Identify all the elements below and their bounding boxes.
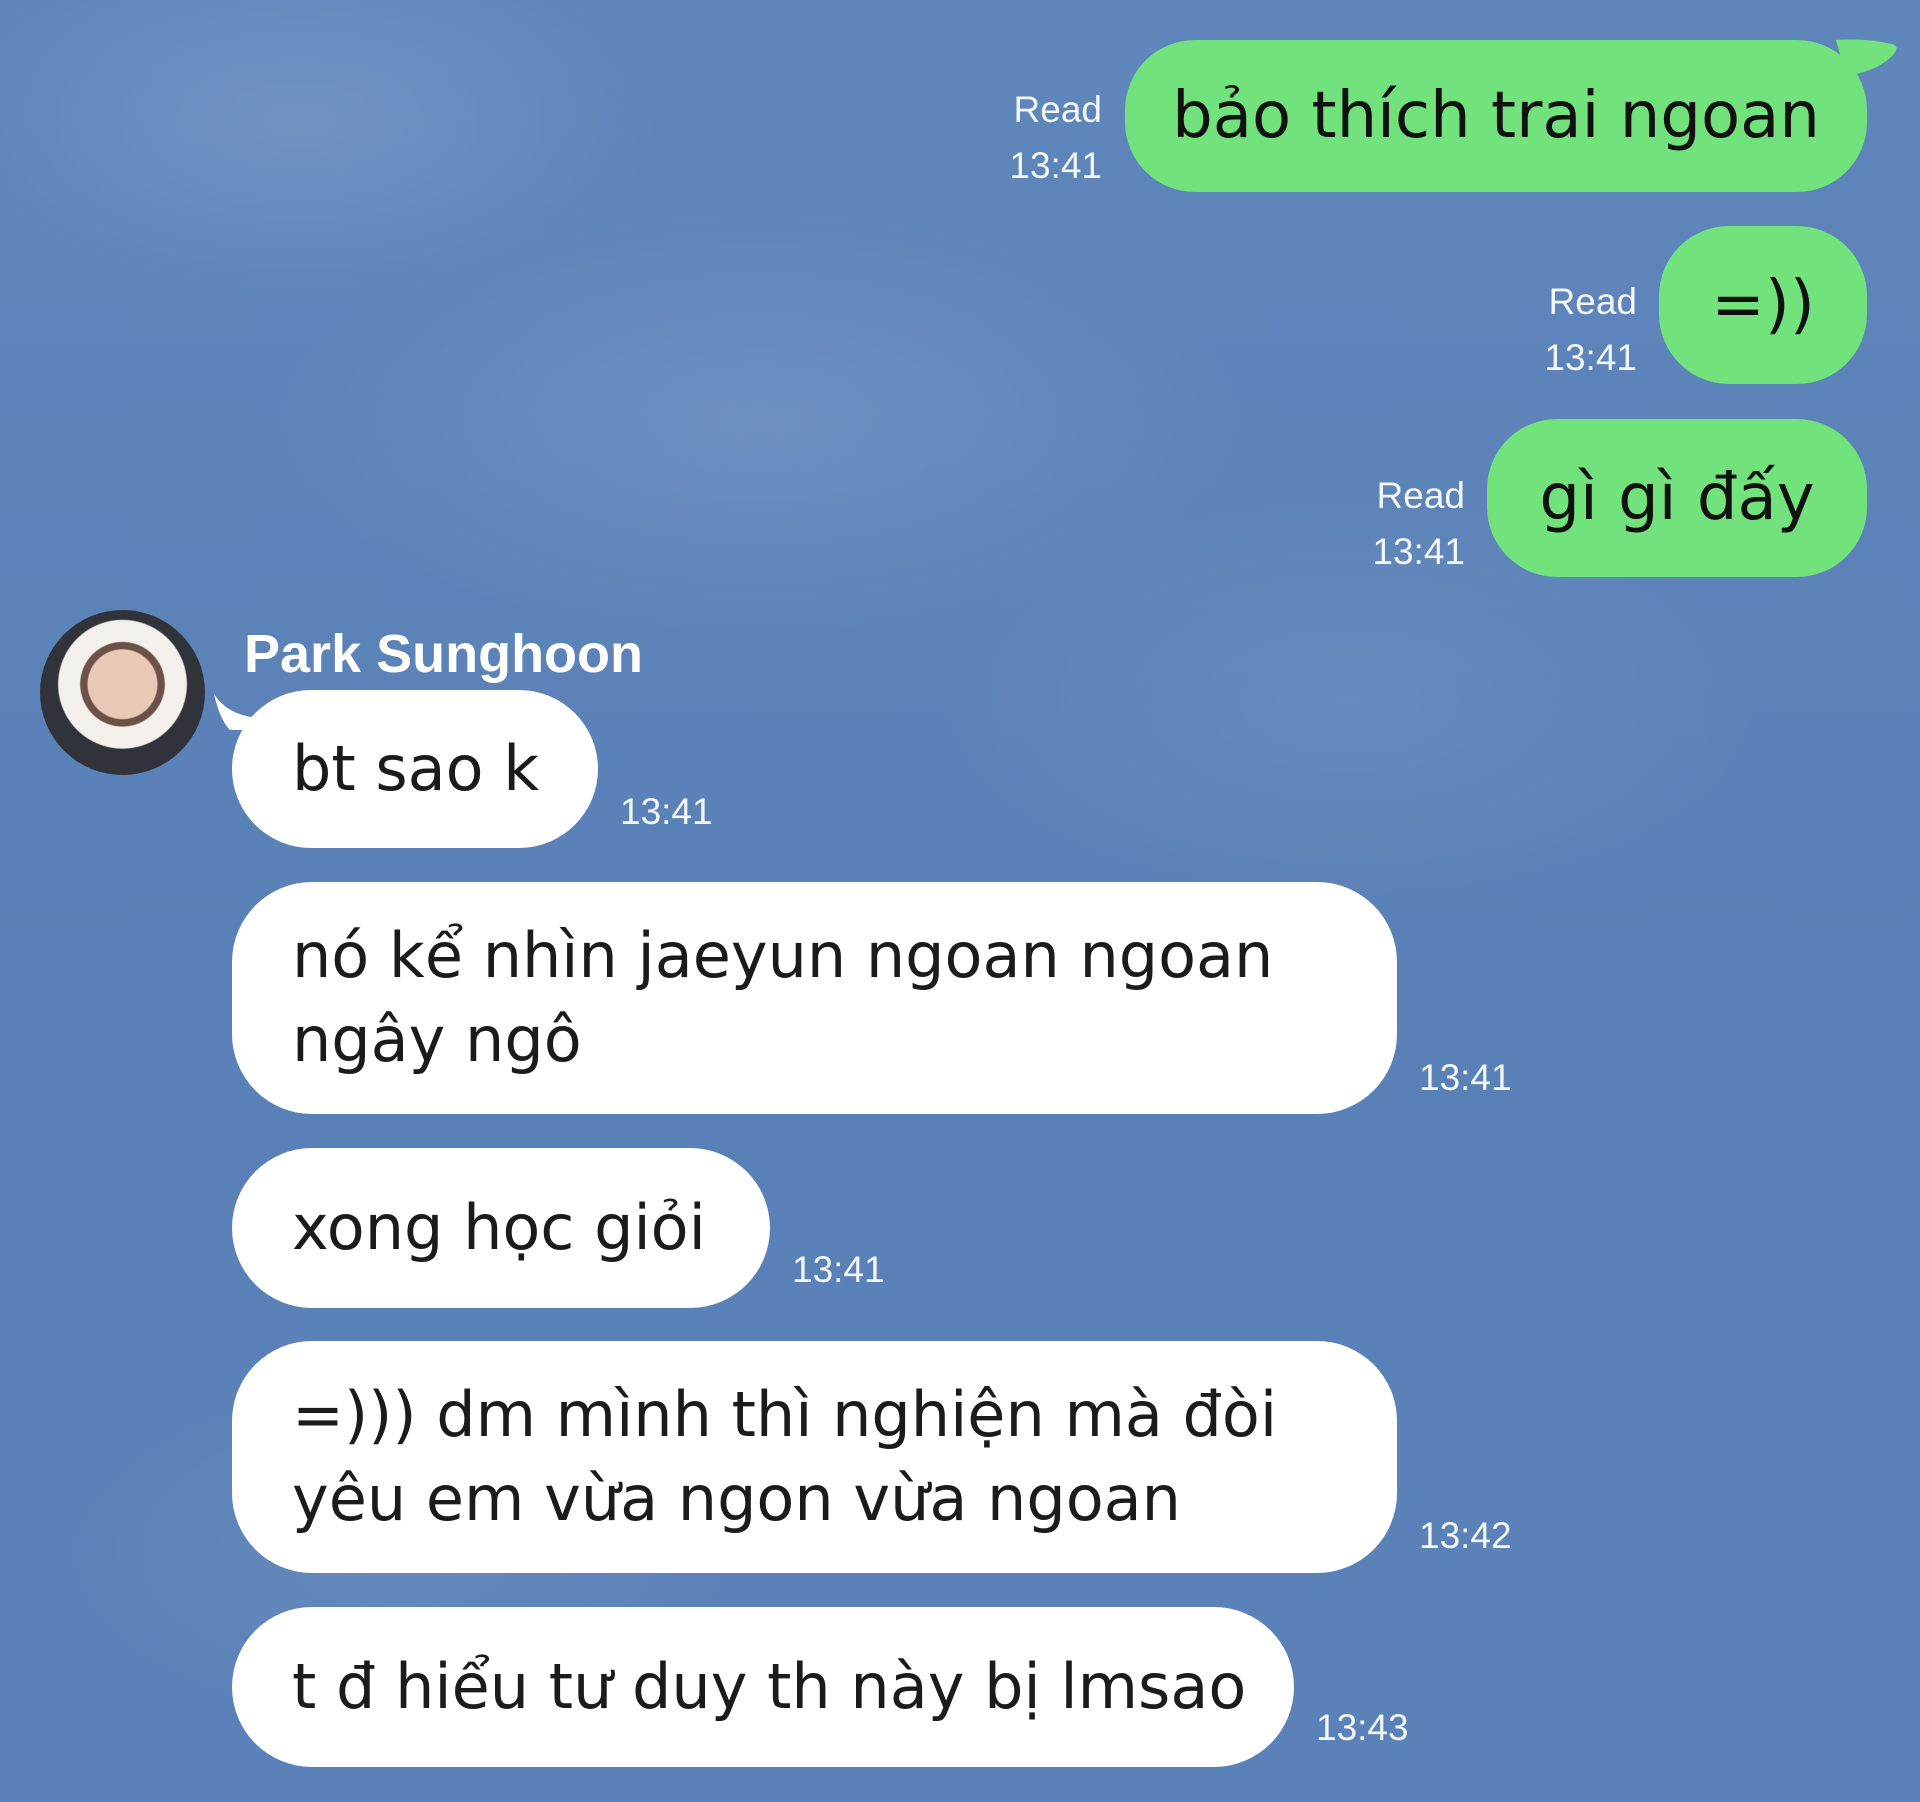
sender-name: Park Sunghoon [244, 624, 644, 684]
read-receipt: Read 13:41 [1515, 274, 1637, 386]
message-text: =))) dm mình thì nghiện mà đòi yêu em vừ… [292, 1378, 1278, 1535]
read-status: Read [1548, 281, 1637, 322]
read-receipt: Read 13:41 [980, 82, 1102, 194]
message-time: 13:41 [1544, 337, 1637, 378]
read-status: Read [1013, 89, 1102, 130]
contact-avatar[interactable] [40, 610, 205, 775]
message-time: 13:41 [1372, 531, 1465, 572]
incoming-message-bubble[interactable]: =))) dm mình thì nghiện mà đòi yêu em vừ… [232, 1341, 1397, 1573]
message-time: 13:42 [1419, 1515, 1512, 1556]
incoming-message-bubble[interactable]: bt sao k [232, 690, 598, 848]
outgoing-message-bubble[interactable]: =)) [1659, 226, 1867, 384]
outgoing-message-bubble[interactable]: bảo thích trai ngoan [1125, 40, 1867, 192]
message-text: bt sao k [292, 732, 540, 805]
message-time: 13:41 [1009, 145, 1102, 186]
bubble-tail-icon [1836, 39, 1897, 76]
message-text: bảo thích trai ngoan [1172, 79, 1820, 153]
message-time: 13:41 [792, 1249, 885, 1290]
incoming-message-bubble[interactable]: t đ hiểu tư duy th này bị lmsao [232, 1607, 1294, 1767]
incoming-message-bubble[interactable]: xong học giỏi [232, 1148, 770, 1308]
incoming-message-bubble[interactable]: nó kể nhìn jaeyun ngoan ngoan ngây ngô [232, 882, 1397, 1114]
message-time: 13:41 [1419, 1057, 1512, 1098]
message-text: nó kể nhìn jaeyun ngoan ngoan ngây ngô [292, 919, 1274, 1076]
read-receipt: Read 13:41 [1343, 468, 1465, 580]
message-text: gì gì đấy [1539, 461, 1815, 535]
message-text: xong học giỏi [292, 1191, 706, 1264]
message-time: 13:41 [620, 791, 713, 832]
outgoing-message-bubble[interactable]: gì gì đấy [1487, 419, 1867, 577]
message-time: 13:43 [1316, 1707, 1409, 1748]
message-text: t đ hiểu tư duy th này bị lmsao [292, 1650, 1247, 1723]
read-status: Read [1376, 475, 1465, 516]
message-text: =)) [1711, 268, 1815, 342]
